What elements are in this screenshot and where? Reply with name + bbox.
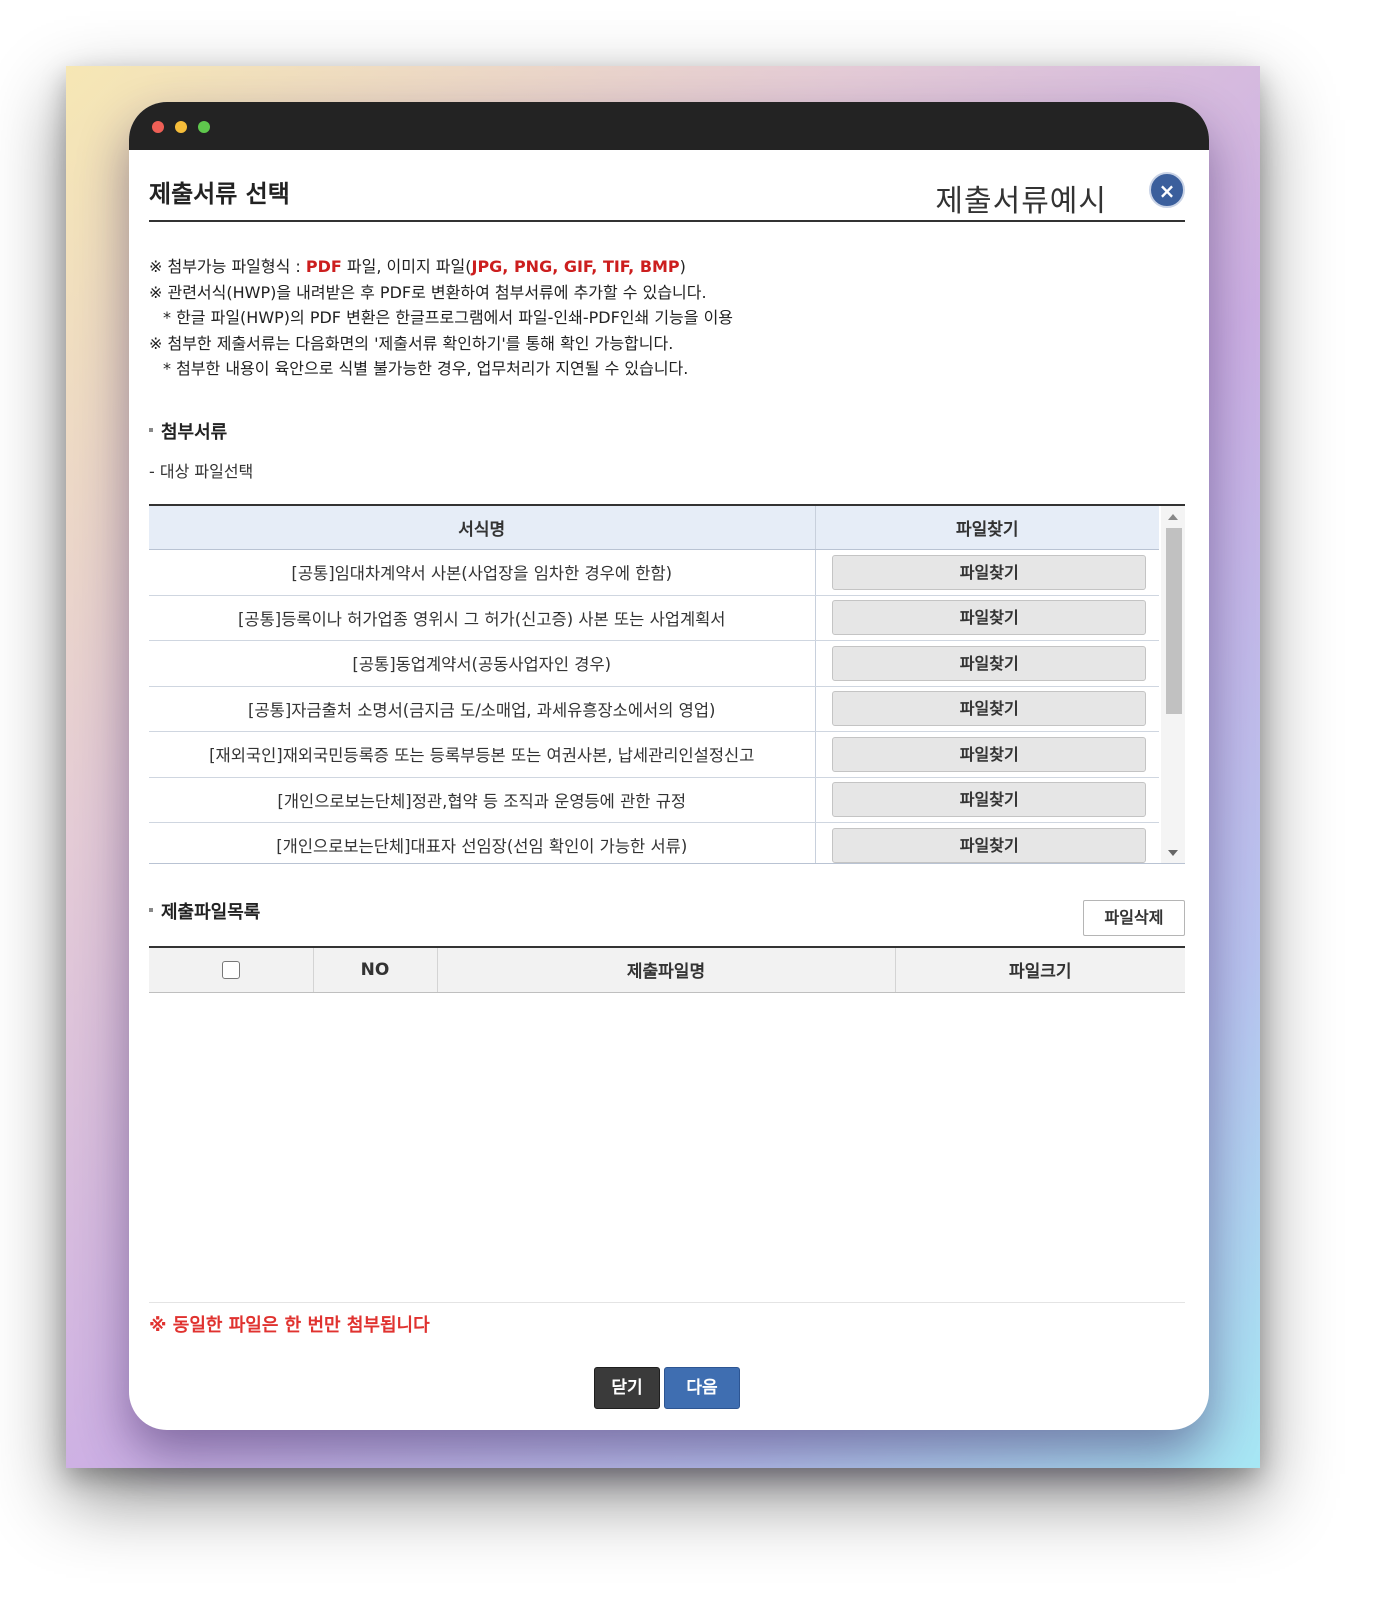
file-find-cell: 파일찾기 [815,549,1159,596]
table-header-row: NO 제출파일명 파일크기 [149,946,1185,993]
table-row: [공통]자금출처 소명서(금지금 도/소매업, 과세유흥장소에서의 영업) 파일… [149,686,1159,732]
file-find-button[interactable]: 파일찾기 [832,736,1147,772]
close-button[interactable]: 닫기 [594,1367,660,1409]
notice-line-confirm: ※ 첨부한 제출서류는 다음화면의 '제출서류 확인하기'를 통해 확인 가능합… [149,333,674,353]
form-name-cell: [공통]자금출처 소명서(금지금 도/소매업, 과세유흥장소에서의 영업) [149,686,816,732]
attachments-table: 서식명 파일찾기 [공통]임대차계약서 사본(사업장을 임차한 경우에 한함) … [149,505,1159,863]
scroll-up-arrow-icon[interactable] [1168,513,1178,520]
notice-mid: 파일, 이미지 파일( [341,257,472,276]
form-name-cell: [공통]동업계약서(공동사업자인 경우) [149,640,816,687]
column-file-find: 파일찾기 [815,505,1159,550]
attachments-sub-label: - 대상 파일선택 [149,461,254,481]
file-find-button[interactable]: 파일찾기 [832,827,1147,863]
dialog-window: 제출서류 선택 제출서류예시 × ※ 첨부가능 파일형식 : PDF 파일, 이… [129,102,1209,1430]
notice-suffix: ) [679,257,686,276]
notice-line-hwp: ※ 관련서식(HWP)을 내려받은 후 PDF로 변환하여 첨부서류에 추가할 … [149,282,707,302]
form-name-cell: [공통]등록이나 허가업종 영위시 그 허가(신고증) 사본 또는 사업계획서 [149,595,816,641]
column-form-name: 서식명 [149,505,816,550]
window-close-dot[interactable] [152,121,164,133]
file-find-button[interactable]: 파일찾기 [832,645,1147,681]
form-name-cell: [개인으로보는단체]정관,협약 등 조직과 운영등에 관한 규정 [149,777,816,823]
table-row: [개인으로보는단체]정관,협약 등 조직과 운영등에 관한 규정 파일찾기 [149,777,1159,823]
submitted-files-title: 제출파일목록 [149,898,260,924]
column-file-size: 파일크기 [895,946,1185,993]
column-no: NO [313,946,438,993]
notice-prefix: ※ 첨부가능 파일형식 : [149,257,306,276]
file-find-cell: 파일찾기 [815,595,1159,641]
submitted-files-table: NO 제출파일명 파일크기 [149,945,1185,993]
column-file-name: 제출파일명 [437,946,896,993]
footer-buttons: 닫기 다음 [149,1367,1185,1409]
table-row: [공통]임대차계약서 사본(사업장을 임차한 경우에 한함) 파일찾기 [149,549,1159,596]
table-header-row: 서식명 파일찾기 [149,505,1159,550]
notice-line-delay: * 첨부한 내용이 육안으로 식별 불가능한 경우, 업무처리가 지연될 수 있… [163,359,689,378]
file-find-button[interactable]: 파일찾기 [832,554,1147,590]
duplicate-file-warning: ※ 동일한 파일은 한 번만 첨부됩니다 [149,1315,430,1336]
window-title-bar [129,102,1209,150]
attachments-scrollbar[interactable] [1161,505,1185,863]
file-find-button[interactable]: 파일찾기 [832,782,1147,818]
attachments-section: 첨부서류 - 대상 파일선택 서식명 파일찾기 [공통]임대차계약서 사본(사업… [149,418,1185,864]
form-name-cell: [재외국인]재외국민등록증 또는 등록부등본 또는 여권사본, 납세관리인설정신… [149,731,816,778]
select-all-cell [149,946,314,993]
submitted-files-list-empty [149,993,1185,1303]
window-minimize-dot[interactable] [175,121,187,133]
attachments-title: 첨부서류 [149,418,1185,444]
window-maximize-dot[interactable] [198,121,210,133]
close-icon[interactable]: × [1149,172,1185,208]
file-find-cell: 파일찾기 [815,822,1159,863]
attachments-table-container: 서식명 파일찾기 [공통]임대차계약서 사본(사업장을 임차한 경우에 한함) … [149,503,1185,864]
table-row: [공통]등록이나 허가업종 영위시 그 허가(신고증) 사본 또는 사업계획서 … [149,595,1159,641]
file-find-cell: 파일찾기 [815,686,1159,732]
dialog-header: 제출서류 선택 제출서류예시 × [149,150,1185,222]
notice-pdf: PDF [305,257,342,276]
file-find-cell: 파일찾기 [815,640,1159,687]
dialog-content: 제출서류 선택 제출서류예시 × ※ 첨부가능 파일형식 : PDF 파일, 이… [149,150,1185,1409]
scroll-thumb[interactable] [1166,527,1182,714]
next-button[interactable]: 다음 [664,1367,740,1409]
file-find-button[interactable]: 파일찾기 [832,691,1147,727]
file-find-cell: 파일찾기 [815,731,1159,778]
table-row: [공통]동업계약서(공동사업자인 경우) 파일찾기 [149,640,1159,687]
document-example-link[interactable]: 제출서류예시 [935,176,1107,220]
notice-image-formats: JPG, PNG, GIF, TIF, BMP [471,257,680,276]
notice-box: ※ 첨부가능 파일형식 : PDF 파일, 이미지 파일(JPG, PNG, G… [149,254,1185,382]
notice-line-formats: ※ 첨부가능 파일형식 : PDF 파일, 이미지 파일(JPG, PNG, G… [149,254,1185,280]
notice-line-hwp-convert: * 한글 파일(HWP)의 PDF 변환은 한글프로그램에서 파일-인쇄-PDF… [163,308,734,327]
select-all-checkbox[interactable] [221,960,240,979]
page-title: 제출서류 선택 [149,180,290,208]
table-row: [재외국인]재외국민등록증 또는 등록부등본 또는 여권사본, 납세관리인설정신… [149,731,1159,778]
scroll-down-arrow-icon[interactable] [1168,849,1178,856]
file-find-button[interactable]: 파일찾기 [832,600,1147,636]
submitted-files-header: 제출파일목록 파일삭제 [149,898,1185,938]
file-find-cell: 파일찾기 [815,777,1159,823]
delete-file-button[interactable]: 파일삭제 [1083,899,1185,936]
form-name-cell: [개인으로보는단체]대표자 선임장(선임 확인이 가능한 서류) [149,822,816,863]
table-row: [개인으로보는단체]대표자 선임장(선임 확인이 가능한 서류) 파일찾기 [149,822,1159,863]
form-name-cell: [공통]임대차계약서 사본(사업장을 임차한 경우에 한함) [149,549,816,596]
